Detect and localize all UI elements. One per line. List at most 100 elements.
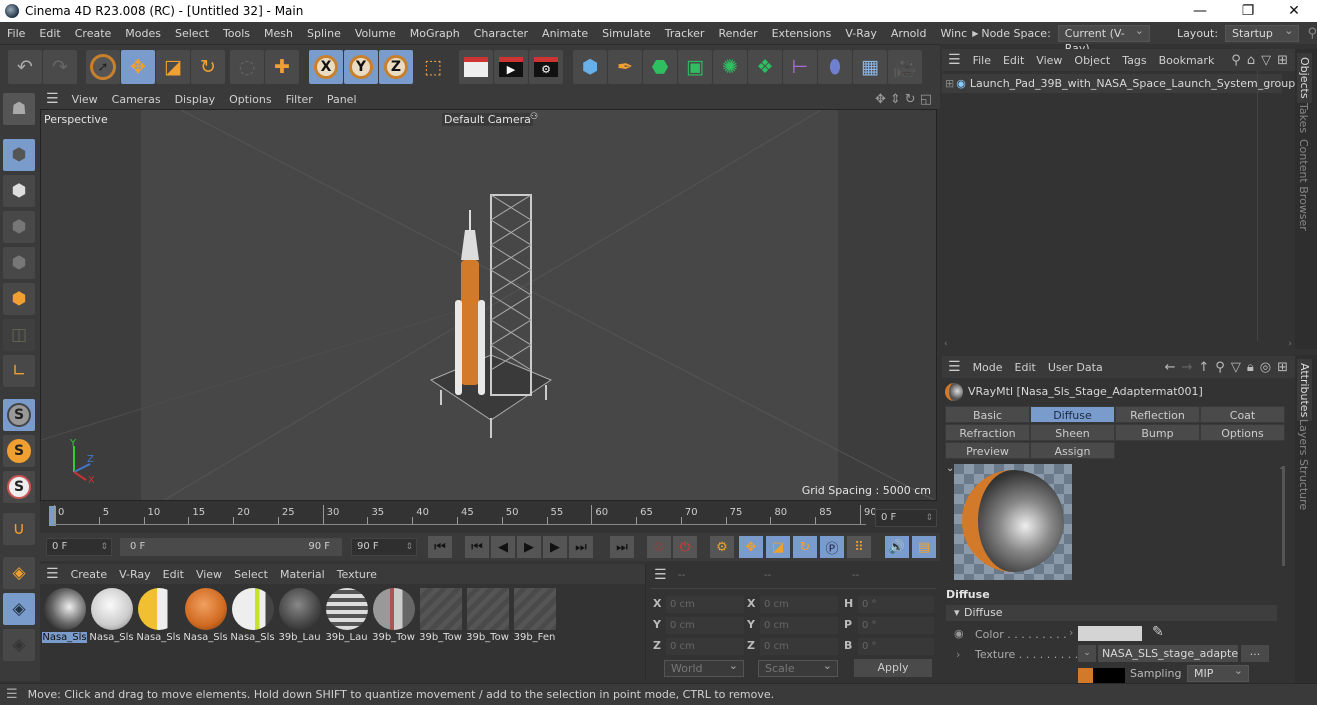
- add-object-button[interactable]: ✚: [265, 50, 299, 84]
- tab-layers[interactable]: Layers: [1297, 419, 1310, 455]
- menu-overflow-arrow-icon[interactable]: ▶: [969, 29, 981, 38]
- pen-tool-button[interactable]: ✒: [608, 50, 642, 84]
- menu-arnold[interactable]: Arnold: [884, 27, 934, 40]
- material-item[interactable]: 39b_Lau: [277, 587, 322, 649]
- next-frame-button[interactable]: ▶: [543, 536, 567, 558]
- timeline-settings-button[interactable]: ▤: [912, 536, 936, 558]
- object-row[interactable]: ⊞ ◉ Launch_Pad_39B_with_NASA_Space_Launc…: [942, 74, 1313, 93]
- tab-attributes[interactable]: Attributes: [1297, 359, 1312, 422]
- menu-window[interactable]: Winc: [933, 27, 969, 40]
- solo-off-button[interactable]: S: [3, 399, 35, 431]
- tab-takes[interactable]: Takes: [1297, 103, 1310, 133]
- record-pla-button[interactable]: ⠿: [847, 536, 871, 558]
- record-scale-button[interactable]: ◪: [766, 536, 790, 558]
- go-to-start-button[interactable]: ⏮: [428, 536, 452, 558]
- coords-hamburger-icon[interactable]: ☰: [654, 567, 667, 583]
- objects-menu-edit[interactable]: Edit: [997, 54, 1030, 67]
- material-menu-select[interactable]: Select: [228, 568, 274, 581]
- viewport-menu-panel[interactable]: Panel: [320, 93, 364, 106]
- coord-value-field[interactable]: 0 cm: [666, 617, 744, 634]
- workplane-align-button[interactable]: ◈: [3, 629, 35, 661]
- workplane-grid-button[interactable]: ◈: [3, 557, 35, 589]
- menu-extensions[interactable]: Extensions: [765, 27, 839, 40]
- attribute-tab[interactable]: Reflection: [1115, 406, 1200, 423]
- render-settings-button[interactable]: ⚙: [529, 50, 563, 84]
- viewport-menu-view[interactable]: View: [65, 93, 105, 106]
- apply-button[interactable]: Apply: [854, 659, 932, 677]
- menu-modes[interactable]: Modes: [118, 27, 168, 40]
- status-hamburger-icon[interactable]: ☰: [0, 687, 28, 702]
- go-to-end-button[interactable]: ⏭: [610, 536, 634, 558]
- coord-value-field[interactable]: 0 cm: [760, 638, 838, 655]
- 3d-viewport[interactable]: Perspective Default Camera ⚇ Grid Spacin…: [40, 109, 937, 501]
- objects-menu-file[interactable]: File: [967, 54, 997, 67]
- material-item[interactable]: Nasa_Sls: [89, 587, 134, 649]
- objects-filter-icon[interactable]: ▽: [1258, 53, 1274, 68]
- material-item[interactable]: 39b_Tow: [465, 587, 510, 649]
- attribute-tab[interactable]: Assign: [1030, 442, 1115, 459]
- current-frame-field[interactable]: 0 F: [875, 509, 937, 527]
- attribute-tab[interactable]: Bump: [1115, 424, 1200, 441]
- frame-range-slider[interactable]: 0 F 90 F: [120, 538, 342, 556]
- extrude-button[interactable]: ▣: [678, 50, 712, 84]
- menu-create[interactable]: Create: [68, 27, 119, 40]
- attributes-new-view-icon[interactable]: ⊞: [1274, 360, 1291, 375]
- scale-tool-button[interactable]: ◪: [156, 50, 190, 84]
- attributes-scrollbar[interactable]: [1282, 466, 1285, 566]
- material-menu-create[interactable]: Create: [65, 568, 114, 581]
- solo-hierarchy-button[interactable]: S: [3, 471, 35, 503]
- material-hamburger-icon[interactable]: ☰: [40, 566, 65, 582]
- attributes-filter-icon[interactable]: ▽: [1228, 360, 1244, 375]
- object-mode-button[interactable]: ⬢: [3, 139, 35, 171]
- menu-edit[interactable]: Edit: [32, 27, 67, 40]
- point-mode-button[interactable]: ⬢: [3, 211, 35, 243]
- attribute-tab[interactable]: Preview Settings: [945, 442, 1030, 475]
- array-button[interactable]: ❖: [748, 50, 782, 84]
- attribute-tab[interactable]: Options: [1200, 424, 1285, 441]
- viewport-menu-options[interactable]: Options: [222, 93, 278, 106]
- material-item[interactable]: 39b_Tow: [418, 587, 463, 649]
- undo-button[interactable]: ↶: [8, 50, 42, 84]
- uv-mode-button[interactable]: ◫: [3, 319, 35, 351]
- redo-button[interactable]: ↷: [43, 50, 77, 84]
- camera-label[interactable]: Default Camera: [442, 113, 533, 126]
- start-frame-field[interactable]: 0 F: [46, 538, 112, 556]
- material-menu-edit[interactable]: Edit: [157, 568, 190, 581]
- material-menu-texture[interactable]: Texture: [331, 568, 383, 581]
- menu-character[interactable]: Character: [467, 27, 535, 40]
- floor-sky-button[interactable]: ▦: [853, 50, 887, 84]
- color-expand-icon[interactable]: ›: [1069, 626, 1073, 639]
- expand-tree-icon[interactable]: ⊞: [942, 77, 956, 90]
- dolly-view-icon[interactable]: ⇕: [890, 92, 905, 107]
- locked-workplane-button[interactable]: ◈: [3, 593, 35, 625]
- record-rotation-button[interactable]: ↻: [793, 536, 817, 558]
- attribute-tab[interactable]: Refraction: [945, 424, 1030, 441]
- attribute-tab[interactable]: Coat: [1200, 406, 1285, 423]
- material-item[interactable]: Nasa_Sls: [183, 587, 228, 649]
- coord-value-field[interactable]: 0 °: [858, 596, 934, 613]
- up-arrow-icon[interactable]: ↑: [1195, 360, 1212, 375]
- coord-value-field[interactable]: 0 °: [858, 617, 934, 634]
- x-axis-lock-button[interactable]: X: [309, 50, 343, 84]
- coord-value-field[interactable]: 0 °: [858, 638, 934, 655]
- objects-new-view-icon[interactable]: ⊞: [1274, 53, 1291, 68]
- attributes-search-icon[interactable]: ⚲: [1212, 360, 1228, 375]
- coord-value-field[interactable]: 0 cm: [666, 638, 744, 655]
- material-item[interactable]: 39b_Lau: [324, 587, 369, 649]
- previous-keyframe-button[interactable]: ⏮: [465, 536, 489, 558]
- menu-mograph[interactable]: MoGraph: [403, 27, 467, 40]
- timeline-ruler[interactable]: 0 5 10 15 20 25 30 35 40 45 50 55 60 65 70 75 80 85 90 0 F: [40, 503, 940, 533]
- next-keyframe-button[interactable]: ⏭: [569, 536, 593, 558]
- texture-browse-button[interactable]: ...: [1241, 645, 1269, 662]
- z-axis-lock-button[interactable]: Z: [379, 50, 413, 84]
- texture-dropdown-button[interactable]: ⌄: [1078, 645, 1096, 662]
- attributes-menu-user-data[interactable]: User Data: [1042, 361, 1109, 374]
- play-button[interactable]: ▶: [517, 536, 541, 558]
- sound-button[interactable]: 🔊: [885, 536, 909, 558]
- deformer-button[interactable]: ⊢: [783, 50, 817, 84]
- color-radio-icon[interactable]: ◉: [954, 627, 964, 640]
- texture-expand-icon[interactable]: ›: [956, 648, 960, 661]
- menu-file[interactable]: File: [0, 27, 32, 40]
- hamburger-menu-icon[interactable]: ☰: [40, 91, 65, 107]
- render-to-picture-viewer-button[interactable]: ▶: [494, 50, 528, 84]
